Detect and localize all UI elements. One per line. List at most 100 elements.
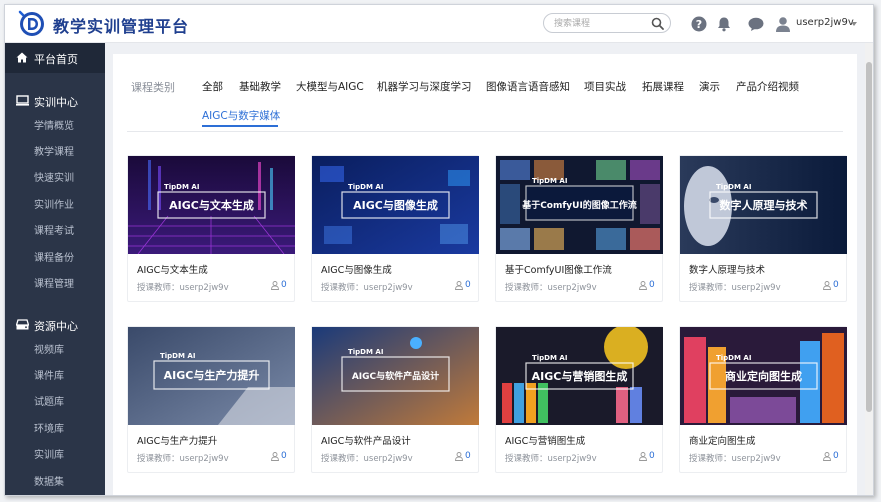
thumbnail-brand: TipDM AI bbox=[160, 352, 195, 360]
course-title[interactable]: AIGC与文本生成 bbox=[137, 262, 208, 276]
thumbnail-banner: 商业定向图生成 bbox=[725, 369, 802, 383]
course-enrollment-count: 0 bbox=[465, 451, 471, 461]
course-teacher: 授课教师：userp2jw9v bbox=[505, 283, 597, 293]
course-card[interactable]: TipDM AI 基于ComfyUI的图像工作流 基于ComfyUI图像工作流 … bbox=[495, 155, 663, 302]
tab-all[interactable]: 全部 bbox=[202, 79, 223, 94]
course-card[interactable]: TipDM AI AIGC与软件产品设计 AIGC与软件产品设计 授课教师：us… bbox=[311, 326, 479, 473]
course-title[interactable]: AIGC与软件产品设计 bbox=[321, 433, 411, 447]
course-title[interactable]: 商业定向图生成 bbox=[689, 433, 756, 447]
tab-ml-dl[interactable]: 机器学习与深度学习 bbox=[377, 79, 472, 94]
user-count-icon bbox=[271, 452, 279, 461]
chat-icon[interactable] bbox=[748, 16, 764, 32]
course-teacher: 授课教师：userp2jw9v bbox=[689, 283, 781, 293]
course-thumbnail[interactable]: TipDM AI AIGC与营销图生成 bbox=[496, 327, 663, 425]
sidebar-section-label: 资源中心 bbox=[34, 320, 78, 333]
thumbnail-brand: TipDM AI bbox=[716, 354, 751, 362]
tab-demo[interactable]: 演示 bbox=[699, 79, 720, 94]
search-input[interactable] bbox=[554, 16, 646, 31]
help-icon[interactable]: ? bbox=[691, 16, 707, 32]
sidebar-item-question-bank[interactable]: 试题库 bbox=[34, 393, 104, 413]
category-label: 课程类别 bbox=[131, 81, 175, 94]
course-thumbnail[interactable]: TipDM AI 基于ComfyUI的图像工作流 bbox=[496, 156, 663, 254]
course-enrollment-count: 0 bbox=[465, 280, 471, 290]
thumbnail-brand: TipDM AI bbox=[532, 354, 567, 362]
sidebar-item-datasets[interactable]: 数据集 bbox=[34, 473, 104, 493]
user-count-icon bbox=[823, 281, 831, 290]
course-title[interactable]: AIGC与营销图生成 bbox=[505, 433, 585, 447]
sidebar-item-teaching-courses[interactable]: 教学课程 bbox=[34, 143, 104, 163]
chevron-down-icon[interactable] bbox=[851, 22, 857, 26]
username[interactable]: userp2jw9v bbox=[796, 17, 854, 28]
search-box[interactable] bbox=[543, 13, 671, 33]
sidebar-section-training[interactable]: 实训中心 bbox=[5, 89, 105, 113]
course-title[interactable]: AIGC与图像生成 bbox=[321, 262, 392, 276]
tab-projects[interactable]: 项目实战 bbox=[584, 79, 626, 94]
thumbnail-banner: 数字人原理与技术 bbox=[720, 198, 808, 212]
course-thumbnail[interactable]: TipDM AI 商业定向图生成 bbox=[680, 327, 847, 425]
course-enrollment-count: 0 bbox=[281, 280, 287, 290]
avatar-icon[interactable] bbox=[775, 16, 791, 32]
tab-llm-aigc[interactable]: 大模型与AIGC bbox=[296, 79, 364, 94]
course-card[interactable]: TipDM AI 数字人原理与技术 数字人原理与技术 授课教师：userp2jw… bbox=[679, 155, 847, 302]
course-enrollment-count: 0 bbox=[649, 451, 655, 461]
sidebar-item-learning-overview[interactable]: 学情概览 bbox=[34, 117, 104, 137]
monitor-icon bbox=[16, 95, 29, 106]
thumbnail-banner: AIGC与生产力提升 bbox=[164, 368, 260, 382]
course-card[interactable]: TipDM AI AIGC与文本生成 AIGC与文本生成 授课教师：userp2… bbox=[127, 155, 295, 302]
course-thumbnail[interactable]: TipDM AI 数字人原理与技术 bbox=[680, 156, 847, 254]
sidebar-item-course-management[interactable]: 课程管理 bbox=[34, 275, 104, 295]
sidebar-item-home[interactable]: 平台首页 bbox=[5, 43, 105, 73]
drive-icon bbox=[16, 319, 29, 330]
sidebar-section-label: 实训中心 bbox=[34, 96, 78, 109]
top-header: 教学实训管理平台 ? userp2jw9v bbox=[5, 5, 873, 43]
sidebar-item-training-homework[interactable]: 实训作业 bbox=[34, 196, 104, 216]
course-teacher: 授课教师：userp2jw9v bbox=[137, 454, 229, 464]
tab-extended[interactable]: 拓展课程 bbox=[642, 79, 684, 94]
bell-icon[interactable] bbox=[716, 16, 732, 32]
thumbnail-brand: TipDM AI bbox=[716, 183, 751, 191]
thumbnail-brand: TipDM AI bbox=[348, 183, 383, 191]
course-thumbnail[interactable]: TipDM AI AIGC与软件产品设计 bbox=[312, 327, 479, 425]
thumbnail-brand: TipDM AI bbox=[164, 183, 199, 191]
svg-text:?: ? bbox=[696, 18, 702, 31]
course-card[interactable]: TipDM AI AIGC与营销图生成 AIGC与营销图生成 授课教师：user… bbox=[495, 326, 663, 473]
user-count-icon bbox=[455, 281, 463, 290]
tab-basic-teaching[interactable]: 基础教学 bbox=[239, 79, 281, 94]
course-card[interactable]: TipDM AI AIGC与图像生成 AIGC与图像生成 授课教师：userp2… bbox=[311, 155, 479, 302]
active-tab-indicator bbox=[202, 125, 278, 127]
sidebar-item-course-backup[interactable]: 课程备份 bbox=[34, 249, 104, 269]
course-card[interactable]: TipDM AI 商业定向图生成 商业定向图生成 授课教师：userp2jw9v… bbox=[679, 326, 847, 473]
app-window: 教学实训管理平台 ? userp2jw9v bbox=[4, 4, 874, 496]
course-teacher: 授课教师：userp2jw9v bbox=[321, 283, 413, 293]
user-count-icon bbox=[639, 281, 647, 290]
tab-aigc-digital-media[interactable]: AIGC与数字媒体 bbox=[202, 108, 280, 123]
course-card[interactable]: TipDM AI AIGC与生产力提升 AIGC与生产力提升 授课教师：user… bbox=[127, 326, 295, 473]
scrollbar-thumb[interactable] bbox=[866, 62, 872, 412]
user-count-icon bbox=[271, 281, 279, 290]
course-thumbnail[interactable]: TipDM AI AIGC与图像生成 bbox=[312, 156, 479, 254]
logo-icon[interactable] bbox=[15, 8, 47, 38]
sidebar-item-environment-library[interactable]: 环境库 bbox=[34, 420, 104, 440]
thumbnail-banner: AIGC与软件产品设计 bbox=[352, 370, 439, 382]
sidebar: 平台首页 实训中心 学情概览 教学课程 快速实训 实训作业 课程考试 课程备份 … bbox=[5, 43, 105, 495]
sidebar-item-video-library[interactable]: 视频库 bbox=[34, 341, 104, 361]
course-title[interactable]: 基于ComfyUI图像工作流 bbox=[505, 262, 612, 276]
tab-product-videos[interactable]: 产品介绍视频 bbox=[736, 79, 799, 94]
course-thumbnail[interactable]: TipDM AI AIGC与文本生成 bbox=[128, 156, 295, 254]
course-title[interactable]: AIGC与生产力提升 bbox=[137, 433, 217, 447]
sidebar-item-course-exam[interactable]: 课程考试 bbox=[34, 222, 104, 242]
sidebar-item-courseware-library[interactable]: 课件库 bbox=[34, 367, 104, 387]
sidebar-item-quick-training[interactable]: 快速实训 bbox=[34, 169, 104, 189]
course-enrollment-count: 0 bbox=[649, 280, 655, 290]
course-title[interactable]: 数字人原理与技术 bbox=[689, 262, 765, 276]
search-icon[interactable] bbox=[651, 17, 664, 30]
sidebar-section-resources[interactable]: 资源中心 bbox=[5, 313, 105, 337]
course-teacher: 授课教师：userp2jw9v bbox=[137, 283, 229, 293]
tab-perception[interactable]: 图像语言语音感知 bbox=[486, 79, 570, 94]
thumbnail-banner: AIGC与营销图生成 bbox=[532, 369, 628, 383]
sidebar-item-training-library[interactable]: 实训库 bbox=[34, 446, 104, 466]
user-count-icon bbox=[823, 452, 831, 461]
thumbnail-banner: AIGC与文本生成 bbox=[169, 198, 254, 212]
course-thumbnail[interactable]: TipDM AI AIGC与生产力提升 bbox=[128, 327, 295, 425]
thumbnail-brand: TipDM AI bbox=[532, 177, 567, 185]
